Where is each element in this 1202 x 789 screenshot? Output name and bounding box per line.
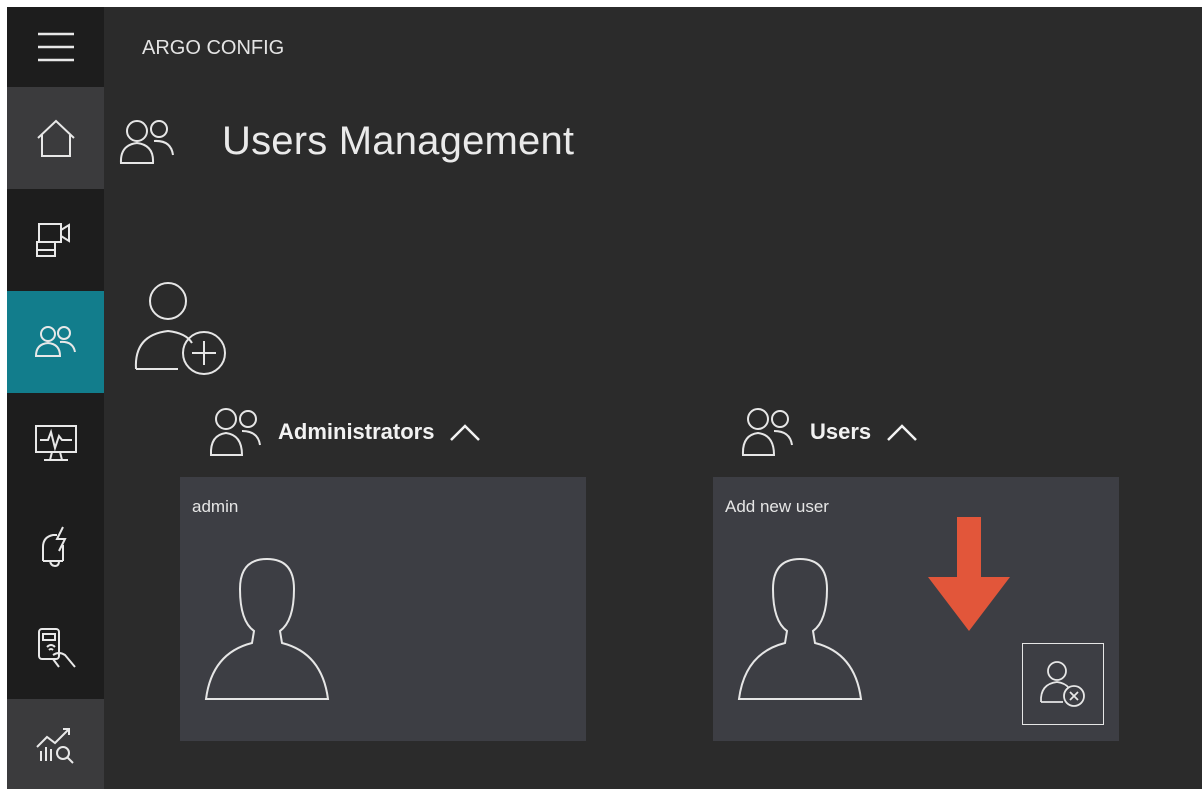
sidebar-item-statistics[interactable] xyxy=(7,699,104,789)
hamburger-menu-icon xyxy=(37,32,74,62)
home-icon xyxy=(36,119,75,157)
chevron-up-icon[interactable] xyxy=(885,421,919,443)
remove-user-button[interactable] xyxy=(1022,643,1104,725)
user-card-name: Add new user xyxy=(725,497,829,516)
sidebar-item-alarms[interactable] xyxy=(7,495,104,597)
users-icon xyxy=(741,408,793,456)
app-window: ARGO CONFIG Users Management Administrat… xyxy=(7,7,1202,789)
sidebar-item-monitoring[interactable] xyxy=(7,393,104,495)
group-label: Administrators xyxy=(278,419,435,444)
users-icon xyxy=(209,408,261,456)
sidebar xyxy=(7,7,104,789)
group-header-administrators: Administrators xyxy=(208,403,482,461)
app-title: ARGO CONFIG xyxy=(142,37,285,59)
camera-recorder-icon xyxy=(35,223,70,257)
sidebar-item-home[interactable] xyxy=(7,87,104,189)
user-card-name: admin xyxy=(192,497,239,516)
sidebar-item-cameras[interactable] xyxy=(7,189,104,291)
annotation-arrow xyxy=(928,517,1010,631)
user-card-admin[interactable]: admin xyxy=(180,477,586,741)
sidebar-item-access[interactable] xyxy=(7,597,104,699)
users-icon xyxy=(119,120,174,164)
group-label: Users xyxy=(810,419,872,444)
main-content: ARGO CONFIG Users Management Administrat… xyxy=(104,7,1202,789)
chevron-up-icon[interactable] xyxy=(448,421,482,443)
monitor-pulse-icon xyxy=(34,425,77,461)
remove-user-icon xyxy=(1040,661,1085,707)
add-user-button[interactable] xyxy=(126,279,231,383)
page-title: Users Management xyxy=(222,119,575,163)
alarm-bell-icon xyxy=(41,526,67,568)
add-user-icon xyxy=(134,282,226,375)
statistics-icon xyxy=(35,728,74,764)
sidebar-item-menu[interactable] xyxy=(7,7,104,87)
sidebar-item-users[interactable] xyxy=(7,291,104,393)
user-avatar-icon xyxy=(737,557,863,700)
user-card-add-new-user[interactable]: Add new user xyxy=(713,477,1119,741)
users-icon xyxy=(34,326,76,357)
group-header-users: Users xyxy=(740,403,919,461)
user-avatar-icon xyxy=(204,557,330,700)
access-card-icon xyxy=(37,628,76,668)
